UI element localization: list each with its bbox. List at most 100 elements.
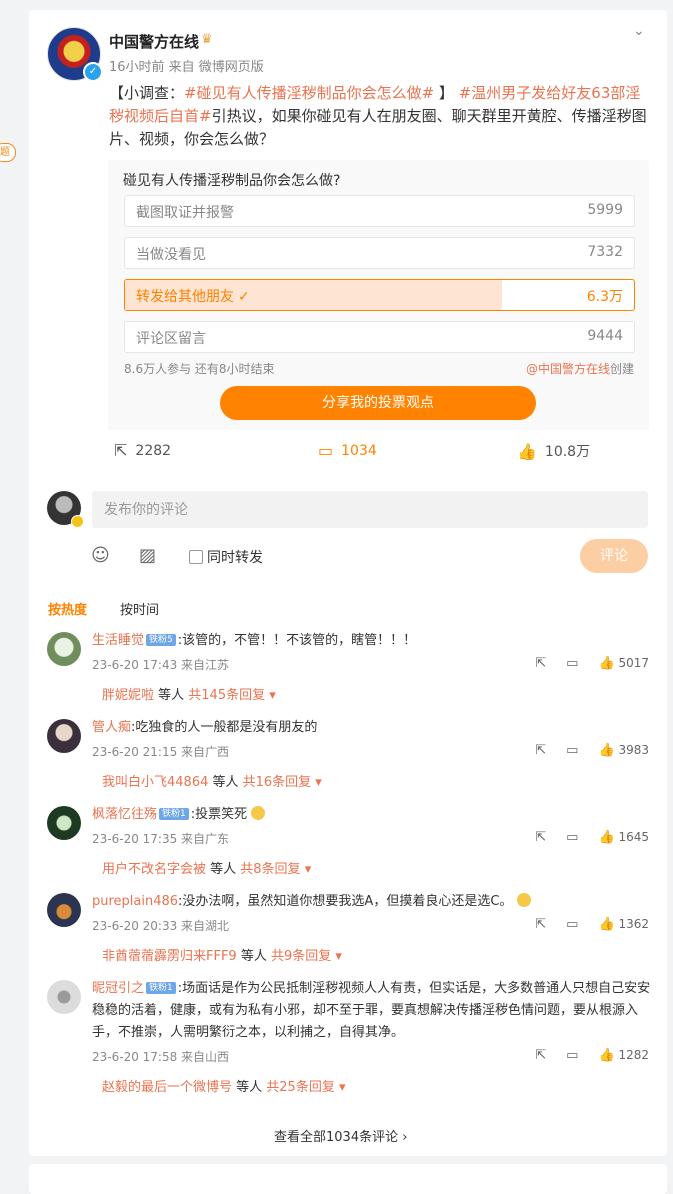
- comment-text: 管人痴:吃独食的人一般都是没有朋友的: [92, 717, 632, 739]
- replies-summary[interactable]: 用户不改名字会被 等人 共8条回复 ▾: [102, 858, 311, 877]
- vote-option-count: 9444: [587, 328, 623, 344]
- chevron-down-icon[interactable]: ⌄: [633, 23, 649, 39]
- commenter-name[interactable]: 生活睡觉: [92, 633, 144, 648]
- commenter-name[interactable]: 昵冠引之: [92, 981, 144, 996]
- share-icon[interactable]: ⇱: [535, 830, 546, 845]
- crown-icon: ♛: [201, 32, 213, 47]
- commenter-avatar[interactable]: [47, 632, 81, 666]
- sort-by-hot-tab[interactable]: 按热度: [48, 599, 87, 618]
- vote-option-4[interactable]: 评论区留言 9444: [124, 321, 635, 353]
- comment-icon[interactable]: ▭: [566, 917, 578, 932]
- reply-count[interactable]: 共25条回复: [266, 1080, 335, 1095]
- comment-text: 生活睡觉 铁粉5:该管的，不管！！不该管的，瞎管！！！: [92, 630, 632, 652]
- comment-content: :没办法啊，虽然知道你想要我选A，但摸着良心还是选C。: [178, 894, 513, 909]
- emoji-icon[interactable]: ☺: [91, 545, 110, 566]
- comment-like-button[interactable]: 👍 3983: [598, 743, 649, 758]
- vote-option-label: 评论区留言: [136, 331, 206, 347]
- fan-badge: 铁粉1: [159, 808, 189, 820]
- repost-checkbox[interactable]: 同时转发: [189, 547, 263, 567]
- checkbox-box[interactable]: [189, 550, 203, 564]
- repost-count: 2282: [135, 442, 172, 459]
- post-username[interactable]: 中国警方在线: [109, 31, 199, 52]
- comment-icon[interactable]: ▭: [566, 1048, 578, 1063]
- vip-badge-icon: [71, 515, 84, 528]
- vote-option-count: 7332: [587, 244, 623, 260]
- reply-user[interactable]: 胖妮妮啦: [102, 688, 154, 703]
- share-icon[interactable]: ⇱: [535, 743, 546, 758]
- comment-like-count: 1645: [618, 830, 649, 844]
- comment-actions: ⇱ ▭ 👍 1282: [535, 1048, 649, 1063]
- comment-like-button[interactable]: 👍 5017: [598, 656, 649, 671]
- comment-like-button[interactable]: 👍 1282: [598, 1048, 649, 1063]
- reply-user[interactable]: 我叫白小飞44864: [102, 775, 208, 790]
- vote-option-label: 转发给其他朋友 ✓: [136, 286, 250, 306]
- reply-user[interactable]: 用户不改名字会被: [102, 862, 206, 877]
- comment-text: pureplain486:没办法啊，虽然知道你想要我选A，但摸着良心还是选C。: [92, 891, 632, 913]
- commenter-avatar[interactable]: [47, 980, 81, 1014]
- fan-badge: 铁粉1: [146, 982, 176, 994]
- comment-icon[interactable]: ▭: [566, 743, 578, 758]
- reply-count[interactable]: 共9条回复: [271, 949, 331, 964]
- topic-link-1[interactable]: #碰见有人传播淫秽制品你会怎么做#: [184, 84, 434, 102]
- comment-like-button[interactable]: 👍 1645: [598, 830, 649, 845]
- vote-option-count: 6.3万: [586, 289, 623, 305]
- reply-count[interactable]: 共145条回复: [188, 688, 265, 703]
- vote-option-1[interactable]: 截图取证并报警 5999: [124, 195, 635, 227]
- post-text: 【小调查：#碰见有人传播淫秽制品你会怎么做# 】 #温州男子发给好友63部淫秽视…: [109, 82, 649, 151]
- comment-input[interactable]: [92, 491, 648, 528]
- reply-user[interactable]: 非酋蓿蓿霹雳归来FFF9: [102, 949, 237, 964]
- submit-comment-button[interactable]: 评论: [580, 539, 648, 573]
- creator-link[interactable]: @中国警方在线: [526, 362, 610, 376]
- view-all-comments-link[interactable]: 查看全部1034条评论 ›: [274, 1126, 407, 1145]
- comment-icon: ▭: [318, 441, 334, 460]
- caret-down-icon: ▾: [300, 862, 312, 877]
- commenter-name[interactable]: 管人痴: [92, 720, 131, 735]
- replies-summary[interactable]: 我叫白小飞44864 等人 共16条回复 ▾: [102, 771, 322, 790]
- comment-content: :投票笑死: [190, 807, 248, 822]
- comment-icon[interactable]: ▭: [566, 830, 578, 845]
- caret-down-icon: ▾: [334, 1080, 346, 1095]
- commenter-avatar[interactable]: [47, 719, 81, 753]
- commenter-name[interactable]: pureplain486: [92, 894, 178, 909]
- comment-text: 枫落忆往殇 铁粉1:投票笑死: [92, 804, 632, 826]
- like-button[interactable]: 👍 10.8万: [517, 441, 590, 461]
- share-vote-button[interactable]: 分享我的投票观点: [220, 386, 536, 420]
- post-text-mid: 】: [434, 84, 459, 102]
- repost-button[interactable]: ⇱ 2282: [114, 441, 171, 460]
- replies-summary[interactable]: 非酋蓿蓿霹雳归来FFF9 等人 共9条回复 ▾: [102, 945, 342, 964]
- comment-count: 1034: [341, 442, 377, 459]
- comment-time: 23-6-20 17:58 来自山西: [92, 1050, 230, 1064]
- comment-like-count: 5017: [618, 656, 649, 670]
- commenter-name[interactable]: 枫落忆往殇: [92, 807, 157, 822]
- commenter-avatar[interactable]: [47, 806, 81, 840]
- share-icon[interactable]: ⇱: [535, 656, 546, 671]
- vote-question: 碰见有人传播淫秽制品你会怎么做?: [123, 173, 341, 189]
- share-icon[interactable]: ⇱: [535, 917, 546, 932]
- smile-emoji-icon: [251, 806, 266, 820]
- comment-button[interactable]: ▭ 1034: [318, 441, 377, 460]
- comment-icon[interactable]: ▭: [566, 656, 578, 671]
- like-count: 10.8万: [544, 444, 591, 460]
- comment-actions: ⇱ ▭ 👍 1362: [535, 917, 649, 932]
- replies-summary[interactable]: 赵毅的最后一个微博号 等人 共25条回复 ▾: [102, 1076, 346, 1095]
- reply-user[interactable]: 赵毅的最后一个微博号: [102, 1080, 232, 1095]
- comment-like-button[interactable]: 👍 1362: [598, 917, 649, 932]
- vote-option-text: 转发给其他朋友: [136, 289, 234, 305]
- vote-option-3-selected[interactable]: 转发给其他朋友 ✓ 6.3万: [124, 279, 635, 311]
- vote-participants: 8.6万人参与 还有8小时结束: [124, 362, 275, 376]
- commenter-avatar[interactable]: [47, 893, 81, 927]
- comment-content: :该管的，不管！！不该管的，瞎管！！！: [177, 633, 417, 648]
- thumbs-up-icon: 👍: [598, 656, 615, 671]
- replies-summary[interactable]: 胖妮妮啦 等人 共145条回复 ▾: [102, 684, 276, 703]
- reply-count[interactable]: 共16条回复: [243, 775, 312, 790]
- vote-option-label: 截图取证并报警: [136, 205, 234, 221]
- vote-option-2[interactable]: 当做没看见 7332: [124, 237, 635, 269]
- view-all-label: 查看全部1034条评论: [274, 1130, 399, 1145]
- reply-mid: 等人: [232, 1080, 267, 1095]
- comment-actions: ⇱ ▭ 👍 3983: [535, 743, 649, 758]
- share-icon[interactable]: ⇱: [535, 1048, 546, 1063]
- reply-count[interactable]: 共8条回复: [240, 862, 300, 877]
- comment-like-count: 1362: [618, 917, 649, 931]
- sort-by-time-tab[interactable]: 按时间: [120, 599, 159, 618]
- image-icon[interactable]: ▨: [139, 545, 156, 566]
